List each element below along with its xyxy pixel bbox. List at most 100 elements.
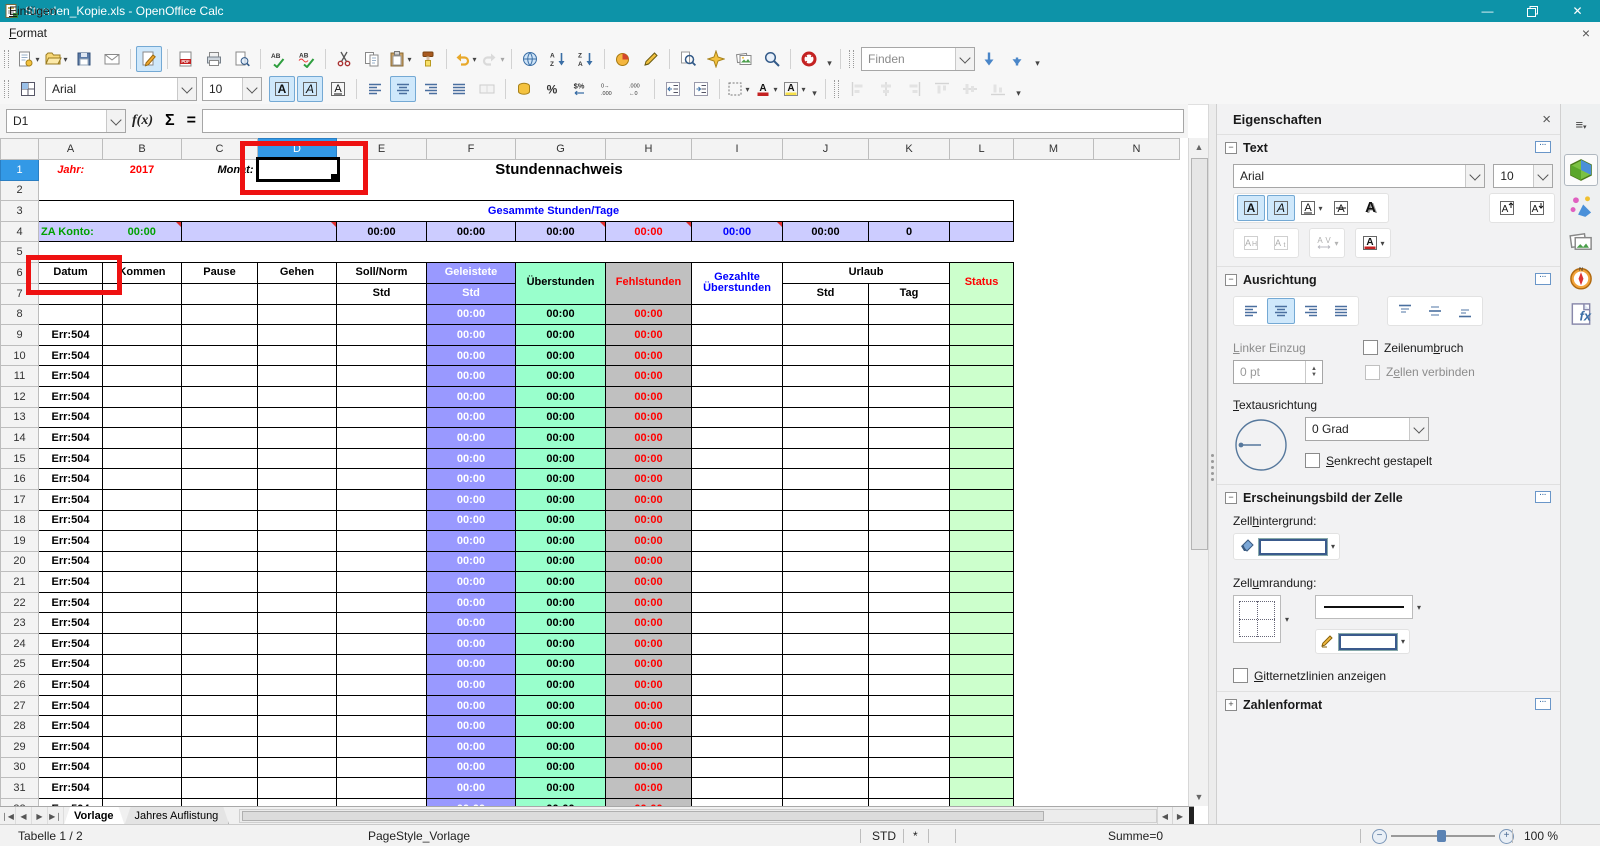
sidebar-font-name-combo[interactable]: Arial: [1233, 164, 1485, 188]
cell[interactable]: [182, 634, 258, 655]
cell[interactable]: [692, 407, 783, 428]
cell[interactable]: 00:00: [606, 592, 692, 613]
show-gridlines-checkbox[interactable]: [1233, 668, 1248, 683]
align-justify-button[interactable]: [1327, 298, 1355, 324]
grow-font-button[interactable]: A: [1493, 195, 1521, 221]
cell[interactable]: [103, 695, 182, 716]
wrap-text-checkbox[interactable]: [1363, 340, 1378, 355]
cell[interactable]: [950, 757, 1014, 778]
toolbar-grip[interactable]: [4, 50, 9, 68]
uppercase-button[interactable]: AH: [1237, 230, 1265, 256]
selection-mode-label[interactable]: STD: [872, 825, 896, 847]
cell[interactable]: [783, 469, 869, 490]
cell[interactable]: Err:504: [39, 551, 103, 572]
toolbar-grip[interactable]: [849, 50, 854, 68]
cell[interactable]: [258, 757, 337, 778]
cell[interactable]: 00:00: [516, 654, 606, 675]
cell[interactable]: [783, 716, 869, 737]
cell[interactable]: [692, 510, 783, 531]
cell[interactable]: [950, 634, 1014, 655]
cell[interactable]: 00:00: [427, 778, 516, 799]
row-header-23[interactable]: 23: [1, 613, 39, 634]
cell[interactable]: [103, 407, 182, 428]
cell[interactable]: [182, 304, 258, 325]
cell[interactable]: [182, 737, 258, 758]
banner-cell[interactable]: Gesammte Stunden/Tage: [39, 201, 1014, 222]
cell[interactable]: [258, 304, 337, 325]
cell[interactable]: [783, 510, 869, 531]
cell[interactable]: [869, 695, 950, 716]
cell[interactable]: [783, 366, 869, 387]
cell[interactable]: [692, 613, 783, 634]
dialog-launcher-icon[interactable]: ···: [1535, 141, 1551, 153]
prev-sheet-icon[interactable]: ◀: [16, 807, 32, 825]
cell[interactable]: [1014, 716, 1180, 737]
cell[interactable]: 00:00: [606, 572, 692, 593]
cell[interactable]: [783, 407, 869, 428]
show-draw-functions-button[interactable]: [638, 46, 664, 72]
merge-cells-checkbox[interactable]: [1365, 365, 1380, 380]
cell[interactable]: Gehen: [258, 262, 337, 283]
scroll-up-icon[interactable]: ▲: [1189, 138, 1209, 156]
cell[interactable]: 00:00: [516, 407, 606, 428]
cut-button[interactable]: [331, 46, 357, 72]
obj-align-right-button[interactable]: [901, 76, 927, 102]
cell[interactable]: 00:00: [606, 757, 692, 778]
cell[interactable]: 00:00: [606, 695, 692, 716]
cell[interactable]: [1014, 634, 1180, 655]
formula-input[interactable]: [202, 109, 1184, 133]
cell[interactable]: [337, 510, 427, 531]
cell[interactable]: [950, 654, 1014, 675]
cell[interactable]: [1014, 428, 1180, 449]
cell[interactable]: [692, 489, 783, 510]
cell[interactable]: [103, 716, 182, 737]
cell[interactable]: [783, 428, 869, 449]
cell[interactable]: [950, 386, 1014, 407]
cell[interactable]: Err:504: [39, 345, 103, 366]
row-header-30[interactable]: 30: [1, 757, 39, 778]
cell[interactable]: Err:504: [39, 386, 103, 407]
close-icon[interactable]: ✕: [1555, 0, 1600, 22]
cell[interactable]: 00:00: [516, 592, 606, 613]
dialog-launcher-icon[interactable]: ···: [1535, 698, 1551, 710]
cell[interactable]: [103, 613, 182, 634]
cell[interactable]: [337, 778, 427, 799]
cell[interactable]: [692, 757, 783, 778]
format-paintbrush-button[interactable]: [415, 46, 441, 72]
cell[interactable]: [869, 428, 950, 449]
scroll-left-icon[interactable]: ◀: [1157, 807, 1172, 825]
cell[interactable]: [1014, 654, 1180, 675]
cell[interactable]: [103, 675, 182, 696]
collapse-icon[interactable]: −: [1225, 274, 1237, 286]
delete-decimal-button[interactable]: .000←0: [623, 76, 649, 102]
cell[interactable]: GezahlteÜberstunden: [692, 262, 783, 304]
cell[interactable]: 00:00: [427, 592, 516, 613]
cell[interactable]: 00:00: [606, 675, 692, 696]
cell[interactable]: [337, 489, 427, 510]
spreadsheet-grid[interactable]: ABCDEFGHIJKLMN1 Jahr: 2017 Monat: Stunde…: [0, 138, 1188, 806]
maximize-icon[interactable]: [1510, 0, 1555, 22]
cell[interactable]: [1014, 262, 1180, 283]
cell[interactable]: Pause: [182, 262, 258, 283]
cell[interactable]: [337, 634, 427, 655]
cell[interactable]: [869, 304, 950, 325]
cell[interactable]: 00:00: [516, 716, 606, 737]
cell[interactable]: [182, 469, 258, 490]
cell[interactable]: [258, 283, 337, 304]
copy-button[interactable]: [359, 46, 385, 72]
cell[interactable]: [1014, 366, 1180, 387]
cell[interactable]: [869, 407, 950, 428]
row-header-9[interactable]: 9: [1, 325, 39, 346]
cell[interactable]: [1014, 613, 1180, 634]
bold-button[interactable]: A: [269, 76, 295, 102]
cell[interactable]: [950, 716, 1014, 737]
cell[interactable]: [103, 654, 182, 675]
cell[interactable]: [337, 737, 427, 758]
cell[interactable]: Tag: [869, 283, 950, 304]
align-center-button[interactable]: [1267, 298, 1295, 324]
formula-icon[interactable]: =: [187, 112, 196, 130]
cell[interactable]: 00:00: [427, 757, 516, 778]
cell[interactable]: [1014, 737, 1180, 758]
cell[interactable]: [869, 510, 950, 531]
cell[interactable]: [258, 798, 337, 806]
